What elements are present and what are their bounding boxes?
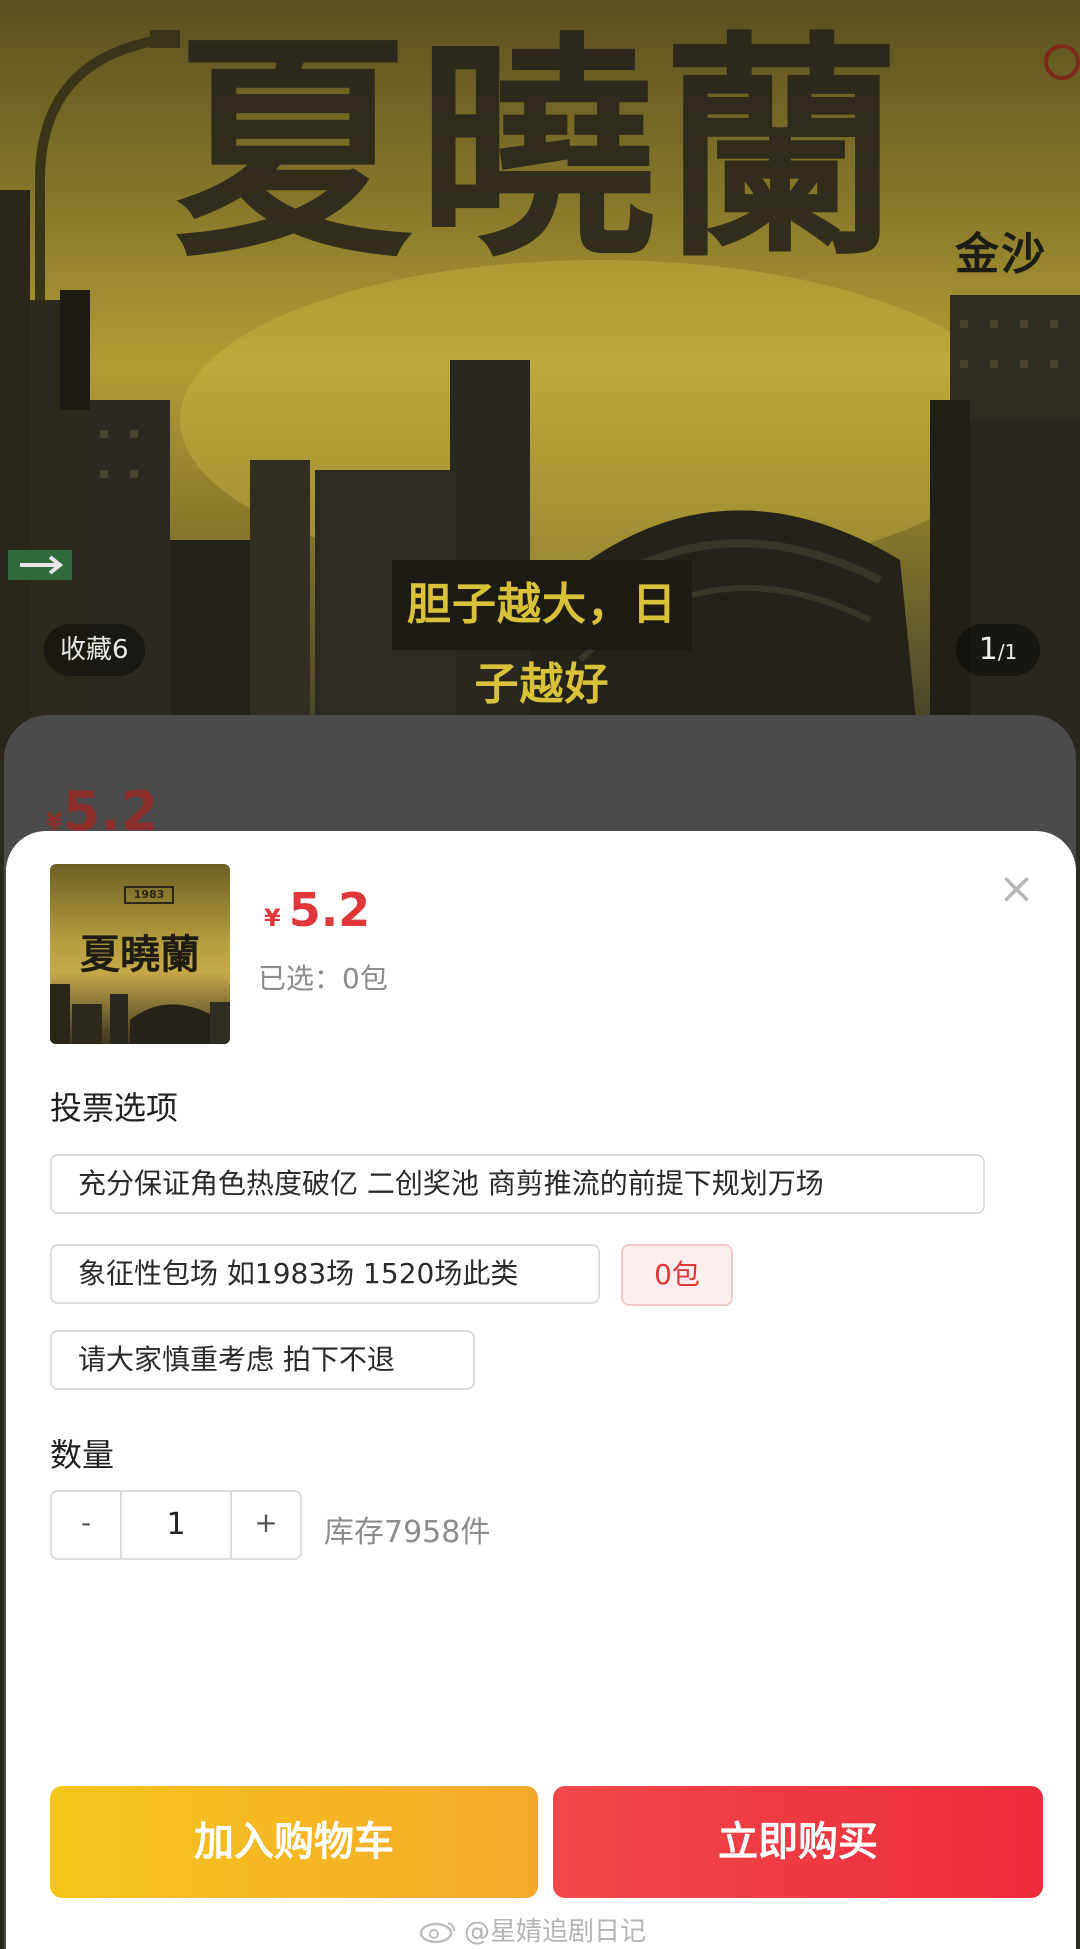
stock-count: 库存7958件 [324, 1515, 491, 1550]
image-counter: 1/1 [956, 624, 1040, 676]
quantity-input[interactable]: 1 [120, 1492, 232, 1558]
weibo-logo-icon [419, 1922, 455, 1943]
buy-now-button[interactable]: 立即购买 [553, 1786, 1043, 1898]
vote-option-2[interactable]: 象征性包场 如1983场 1520场此类 [50, 1244, 600, 1304]
close-icon[interactable]: × [998, 867, 1035, 911]
thumbnail-skyline [50, 984, 230, 1044]
favorites-count-badge[interactable]: 收藏6 [44, 624, 145, 676]
thumbnail-title: 夏曉蘭 [80, 931, 200, 978]
poster-tagline: 胆子越大，日子越好 [407, 579, 677, 710]
image-counter-total: /1 [997, 640, 1018, 664]
watermark: @星婧追剧日记 [418, 1911, 646, 1948]
currency-symbol: ¥ [264, 904, 281, 932]
selected-count-badge: 0包 [621, 1244, 733, 1306]
sku-price-value: 5.2 [288, 883, 371, 937]
vote-option-3[interactable]: 请大家慎重考虑 拍下不退 [50, 1330, 475, 1390]
quantity-stepper: - 1 + [50, 1490, 302, 1560]
vote-options-title: 投票选项 [50, 1089, 179, 1127]
image-counter-current: 1 [978, 632, 998, 667]
quantity-title: 数量 [50, 1436, 115, 1474]
product-thumbnail: 1983 夏曉蘭 [50, 864, 230, 1044]
poster-building-sign: 金沙 [955, 229, 1047, 280]
thumbnail-logo: 1983 [124, 886, 174, 904]
selected-summary: 已选：0包 [258, 962, 388, 995]
quantity-decrease-button[interactable]: - [52, 1492, 120, 1558]
screen: 夏曉蘭 金沙 胆子越大，日子越好 收藏6 1/1 ¥5.2 1983 夏曉蘭 ¥… [0, 0, 1080, 1949]
sku-price: ¥5.2 [264, 883, 370, 937]
vote-option-1[interactable]: 充分保证角色热度破亿 二创奖池 商剪推流的前提下规划万场 [50, 1154, 985, 1214]
product-hero-image[interactable]: 夏曉蘭 金沙 胆子越大，日子越好 收藏6 1/1 [0, 0, 1080, 760]
sku-selection-sheet: 1983 夏曉蘭 ¥5.2 已选：0包 × 投票选项 充分保证角色热度破亿 二创… [6, 831, 1076, 1949]
watermark-text: @星婧追剧日记 [464, 1917, 647, 1947]
add-to-cart-button[interactable]: 加入购物车 [50, 1786, 538, 1898]
poster-title: 夏曉蘭 [174, 11, 906, 290]
quantity-increase-button[interactable]: + [232, 1492, 300, 1558]
